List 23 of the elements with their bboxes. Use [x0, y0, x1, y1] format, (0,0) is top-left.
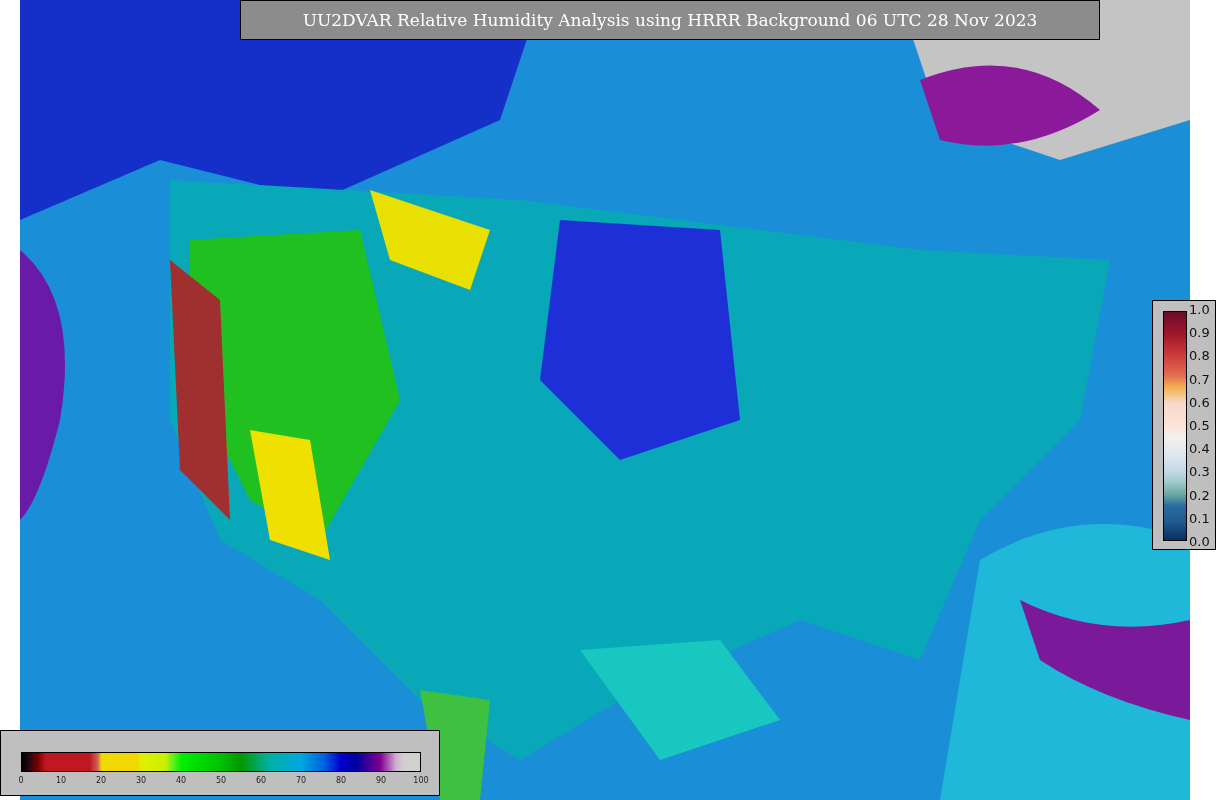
- tick-label: 0.3: [1189, 465, 1210, 480]
- tick-label: 0.2: [1189, 488, 1210, 503]
- tick-label: 60: [255, 776, 267, 785]
- tick-label: 70: [295, 776, 307, 785]
- tick-label: 90: [375, 776, 387, 785]
- tick-label: 80: [335, 776, 347, 785]
- tick-label: 0.8: [1189, 349, 1210, 364]
- tick-label: 0.7: [1189, 372, 1210, 387]
- tick-label: 10: [55, 776, 67, 785]
- tick-label: 0.0: [1189, 534, 1210, 549]
- tick-label: 20: [95, 776, 107, 785]
- map-title: UU2DVAR Relative Humidity Analysis using HRRR Background 06 UTC 28 Nov 2023: [240, 0, 1100, 40]
- tick-label: 0.6: [1189, 395, 1210, 410]
- tick-label: 0.1: [1189, 511, 1210, 526]
- tick-label: 30: [135, 776, 147, 785]
- tick-label: 50: [215, 776, 227, 785]
- tick-label: 0.5: [1189, 418, 1210, 433]
- tick-label: 100: [413, 776, 429, 785]
- tick-label: 1.0: [1189, 303, 1210, 317]
- tick-label: 0: [18, 776, 24, 785]
- tick-label: 0.4: [1189, 442, 1210, 457]
- tick-label: 40: [175, 776, 187, 785]
- tick-label: 0.9: [1189, 326, 1210, 341]
